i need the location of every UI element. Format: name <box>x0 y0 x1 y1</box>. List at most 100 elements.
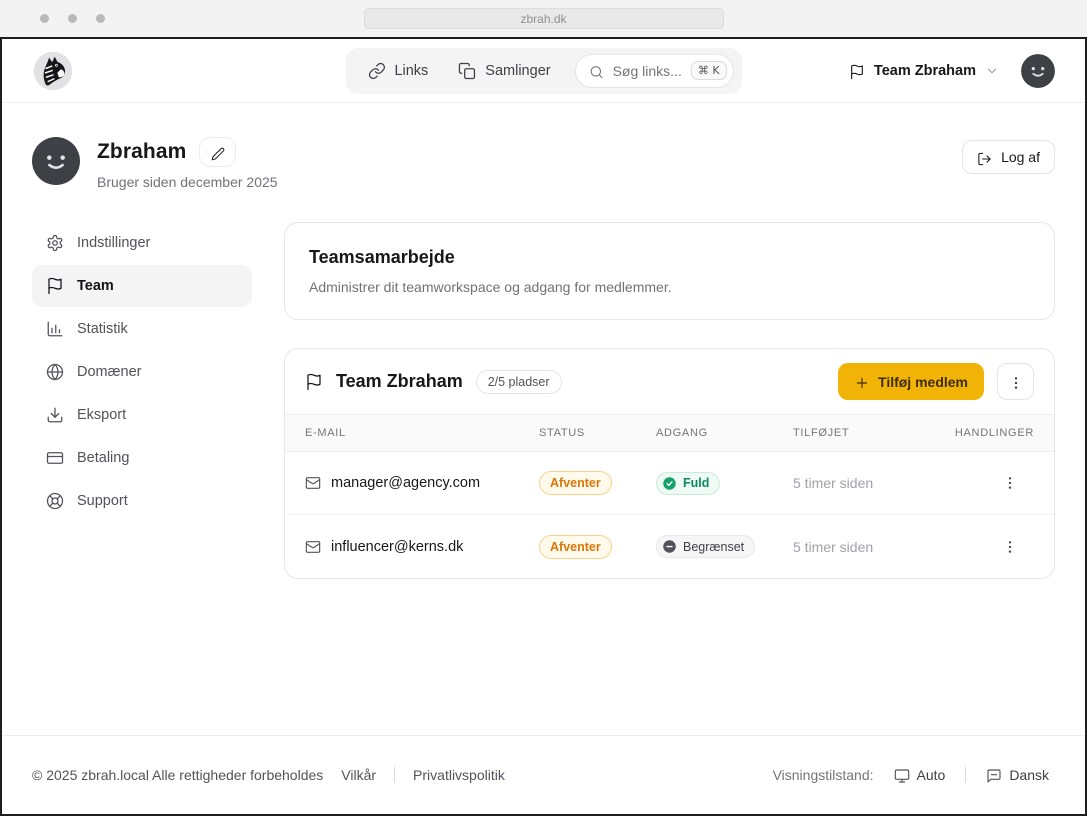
footer-divider <box>394 767 395 783</box>
nav-collections-label: Samlinger <box>485 63 550 79</box>
header-right: Team Zbraham <box>843 54 1055 88</box>
profile-section: Zbraham Bruger siden december 2025 Log a… <box>2 103 1085 190</box>
add-member-label: Tilføj medlem <box>878 374 968 390</box>
status-badge: Afventer <box>539 535 612 559</box>
intro-card-title: Teamsamarbejde <box>309 247 1030 268</box>
sidebar-item-statistics[interactable]: Statistik <box>32 308 252 350</box>
copyright-text: © 2025 zbrah.local Alle rettigheder forb… <box>32 767 323 783</box>
access-badge: Fuld <box>656 472 720 495</box>
flag-icon <box>46 277 64 295</box>
sidebar-item-label: Indstillinger <box>77 235 150 251</box>
window-minimize-dot <box>68 14 77 23</box>
members-table-header: E-MAIL STATUS ADGANG TILFØJET HANDLINGER <box>285 414 1054 452</box>
window-controls <box>40 14 105 23</box>
window-maximize-dot <box>96 14 105 23</box>
primary-nav: Links Samlinger Søg links... ⌘ K <box>345 48 741 94</box>
check-circle-icon <box>662 476 677 491</box>
chart-icon <box>46 320 64 338</box>
sidebar-item-export[interactable]: Eksport <box>32 394 252 436</box>
member-since-text: Bruger siden december 2025 <box>97 174 278 190</box>
sidebar-item-team[interactable]: Team <box>32 265 252 307</box>
sidebar-item-label: Statistik <box>77 321 128 337</box>
row-actions-menu-button[interactable] <box>998 471 1022 495</box>
access-label: Fuld <box>683 476 709 490</box>
add-member-button[interactable]: Tilføj medlem <box>838 363 984 400</box>
terms-link[interactable]: Vilkår <box>341 767 376 783</box>
plus-icon <box>854 374 870 390</box>
display-mode-toggle[interactable]: Auto <box>888 766 952 784</box>
address-bar[interactable]: zbrah.dk <box>364 8 724 29</box>
main-column: Teamsamarbejde Administrer dit teamworks… <box>284 222 1055 579</box>
nav-links-label: Links <box>394 63 428 79</box>
screen: zbrah.dk Links <box>0 0 1087 816</box>
email-cell: influencer@kerns.dk <box>305 539 539 555</box>
search-shortcut-badge: ⌘ K <box>691 61 727 80</box>
browser-chrome: zbrah.dk <box>0 0 1087 37</box>
footer-right: Visningstilstand: Auto Dansk <box>773 766 1055 784</box>
sidebar-item-billing[interactable]: Betaling <box>32 437 252 479</box>
gear-icon <box>46 234 64 252</box>
credit-card-icon <box>46 449 64 467</box>
profile-name: Zbraham <box>97 140 186 164</box>
col-header-email: E-MAIL <box>305 427 539 439</box>
team-card-header: Team Zbraham 2/5 pladser Tilføj medlem <box>285 349 1054 414</box>
zebra-logo[interactable] <box>32 50 74 92</box>
globe-icon <box>46 363 64 381</box>
profile-info: Zbraham Bruger siden december 2025 <box>97 137 278 190</box>
flag-icon <box>305 373 323 391</box>
logout-icon <box>977 150 992 165</box>
mail-icon <box>305 475 321 491</box>
nav-collections-button[interactable]: Samlinger <box>444 54 564 88</box>
mail-icon <box>305 539 321 555</box>
intro-card-description: Administrer dit teamworkspace og adgang … <box>309 279 1030 295</box>
search-input[interactable]: Søg links... ⌘ K <box>575 54 734 88</box>
sidebar-item-label: Team <box>77 278 114 294</box>
row-actions-menu-button[interactable] <box>998 535 1022 559</box>
team-card-title: Team Zbraham <box>336 371 463 392</box>
app-footer: © 2025 zbrah.local Alle rettigheder forb… <box>2 735 1085 814</box>
col-header-added: TILFØJET <box>793 427 947 439</box>
added-time: 5 timer siden <box>793 539 947 555</box>
user-avatar[interactable] <box>1021 54 1055 88</box>
email-cell: manager@agency.com <box>305 475 539 491</box>
added-time: 5 timer siden <box>793 475 947 491</box>
members-table-body: manager@agency.com Afventer Fuld 5 timer… <box>285 452 1054 578</box>
chevron-down-icon <box>985 64 999 78</box>
logout-button[interactable]: Log af <box>962 140 1055 174</box>
search-icon <box>589 63 604 78</box>
team-card-menu-button[interactable] <box>997 363 1034 400</box>
member-email: influencer@kerns.dk <box>331 539 463 555</box>
display-mode-value: Auto <box>917 767 946 783</box>
edit-profile-button[interactable] <box>199 137 236 167</box>
sidebar-item-domains[interactable]: Domæner <box>32 351 252 393</box>
life-buoy-icon <box>46 492 64 510</box>
logout-label: Log af <box>1001 149 1040 165</box>
member-row: manager@agency.com Afventer Fuld 5 timer… <box>285 452 1054 515</box>
team-intro-card: Teamsamarbejde Administrer dit teamworks… <box>284 222 1055 320</box>
link-icon <box>367 62 385 80</box>
col-header-status: STATUS <box>539 427 656 439</box>
app-header: Links Samlinger Søg links... ⌘ K Team Zb… <box>2 39 1085 103</box>
search-placeholder: Søg links... <box>613 63 682 79</box>
privacy-link[interactable]: Privatlivspolitik <box>413 767 505 783</box>
member-email: manager@agency.com <box>331 475 480 491</box>
sidebar-item-label: Domæner <box>77 364 141 380</box>
sidebar-item-settings[interactable]: Indstillinger <box>32 222 252 264</box>
footer-left: © 2025 zbrah.local Alle rettigheder forb… <box>32 767 505 783</box>
team-members-card: Team Zbraham 2/5 pladser Tilføj medlem E… <box>284 348 1055 579</box>
access-label: Begrænset <box>683 540 744 554</box>
minus-circle-icon <box>662 539 677 554</box>
access-badge: Begrænset <box>656 535 755 558</box>
seats-badge: 2/5 pladser <box>476 370 562 394</box>
sidebar-nav: Indstillinger Team Statistik Domæner Eks… <box>32 222 252 522</box>
display-mode-label: Visningstilstand: <box>773 767 874 783</box>
content-area: Indstillinger Team Statistik Domæner Eks… <box>2 190 1085 735</box>
monitor-icon <box>894 767 910 783</box>
nav-links-button[interactable]: Links <box>353 54 442 88</box>
team-switcher[interactable]: Team Zbraham <box>843 62 1005 80</box>
language-toggle[interactable]: Dansk <box>980 766 1055 784</box>
window-close-dot <box>40 14 49 23</box>
status-badge: Afventer <box>539 471 612 495</box>
kebab-menu-icon <box>1008 374 1024 390</box>
sidebar-item-support[interactable]: Support <box>32 480 252 522</box>
